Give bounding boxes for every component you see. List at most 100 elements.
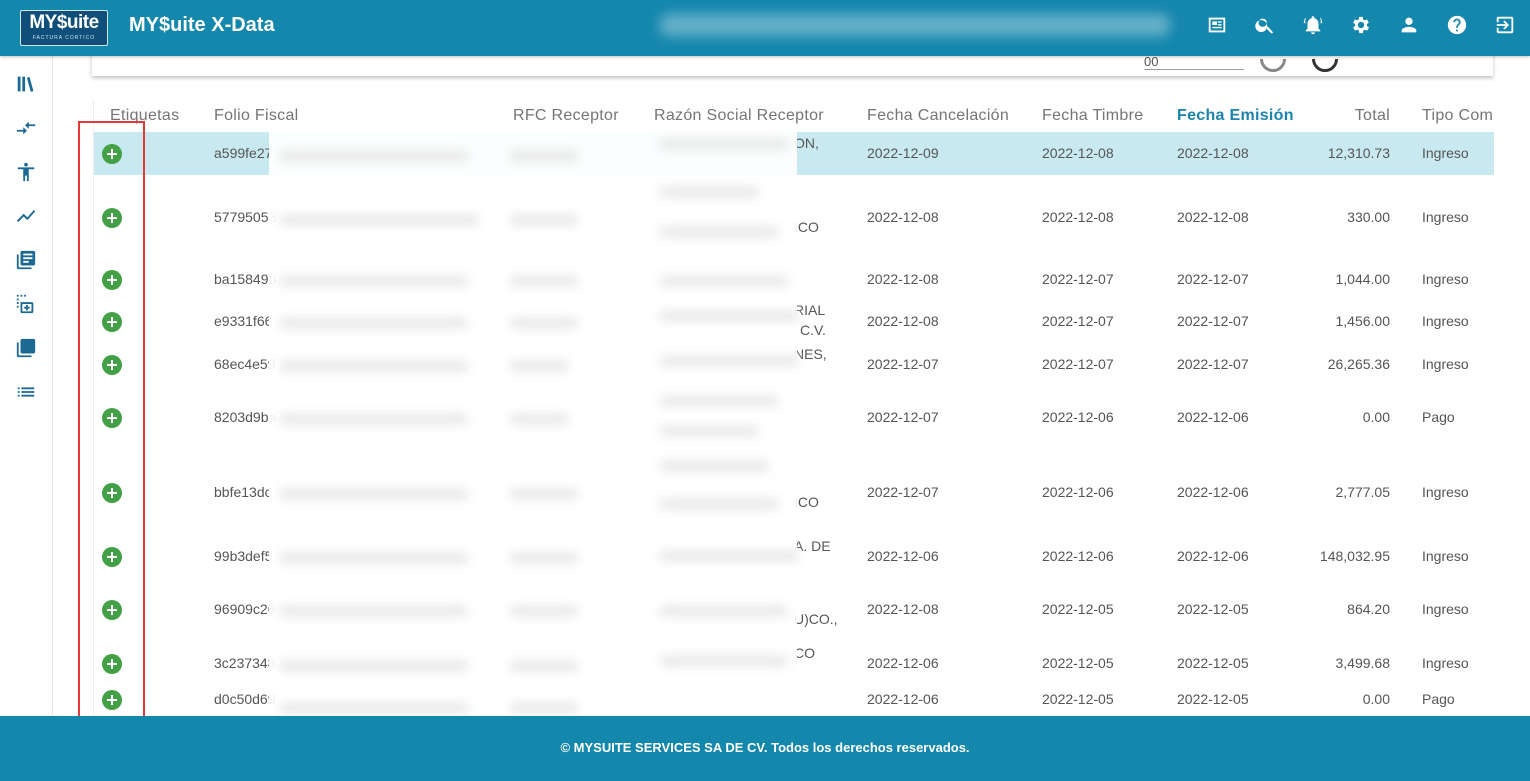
header-total[interactable]: Total <box>1314 107 1390 125</box>
list-book-icon[interactable] <box>14 248 38 272</box>
cell-tipo-comprobante: Ingreso <box>1422 271 1469 287</box>
search-icon[interactable] <box>1253 13 1277 37</box>
cell-razon-social-fragment: U)CO., <box>794 611 838 627</box>
cell-fecha-cancelacion: 2022-12-09 <box>867 145 939 161</box>
filter-value[interactable]: 00 <box>1144 54 1158 69</box>
cell-folio-fiscal: 3c237348 <box>214 655 276 671</box>
logo-text: MY$uite <box>29 12 99 33</box>
cell-folio-fiscal: d0c50d69 <box>214 691 276 707</box>
cell-fecha-timbre: 2022-12-05 <box>1042 601 1114 617</box>
cell-razon-social-fragment: ICO <box>794 494 819 510</box>
gear-icon[interactable] <box>1349 13 1373 37</box>
dashed-copy-icon[interactable] <box>14 292 38 316</box>
list-icon[interactable] <box>14 380 38 404</box>
cell-tipo-comprobante: Ingreso <box>1422 601 1469 617</box>
chart-icon[interactable] <box>14 204 38 228</box>
cell-fecha-emision: 2022-12-08 <box>1177 145 1249 161</box>
help-icon[interactable] <box>1445 13 1469 37</box>
document-icon[interactable] <box>1205 13 1229 37</box>
header-folio-fiscal[interactable]: Folio Fiscal <box>214 107 299 125</box>
cell-total: 2,777.05 <box>1335 484 1391 500</box>
cell-folio-fiscal: a599fe27 <box>214 145 273 161</box>
cell-folio-fiscal: 68ec4e59 <box>214 356 276 372</box>
layers-icon[interactable] <box>14 336 38 360</box>
cell-fecha-emision: 2022-12-06 <box>1177 548 1249 564</box>
cell-fecha-timbre: 2022-12-08 <box>1042 209 1114 225</box>
header-rfc-receptor[interactable]: RFC Receptor <box>513 107 619 125</box>
cell-fecha-cancelacion: 2022-12-07 <box>867 484 939 500</box>
cell-fecha-cancelacion: 2022-12-08 <box>867 313 939 329</box>
cell-razon-social-fragment: ICO <box>794 219 819 235</box>
cell-total: 26,265.36 <box>1327 356 1390 372</box>
cell-tipo-comprobante: Ingreso <box>1422 655 1469 671</box>
cell-fecha-timbre: 2022-12-06 <box>1042 409 1114 425</box>
cell-razon-social-fragment: C.V. <box>800 322 826 338</box>
footer-copyright: © MYSUITE SERVICES SA DE CV. Todos los d… <box>560 740 970 755</box>
cell-fecha-emision: 2022-12-05 <box>1177 655 1249 671</box>
compare-arrows-icon[interactable] <box>14 116 38 140</box>
cell-fecha-cancelacion: 2022-12-08 <box>867 209 939 225</box>
cell-fecha-cancelacion: 2022-12-06 <box>867 548 939 564</box>
cell-total: 1,044.00 <box>1335 271 1391 287</box>
cell-folio-fiscal: 57795053 <box>214 209 277 225</box>
cell-fecha-timbre: 2022-12-07 <box>1042 356 1114 372</box>
cell-fecha-timbre: 2022-12-07 <box>1042 313 1114 329</box>
mysuite-logo[interactable]: MY$uite FACTURA CORTICO <box>20 10 108 46</box>
cell-fecha-cancelacion: 2022-12-07 <box>867 356 939 372</box>
cell-fecha-cancelacion: 2022-12-06 <box>867 691 939 707</box>
left-sidebar <box>0 56 53 716</box>
accessibility-icon[interactable] <box>14 160 38 184</box>
cell-folio-fiscal: ba15849b <box>214 271 277 287</box>
cell-fecha-cancelacion: 2022-12-07 <box>867 409 939 425</box>
cell-razon-social-fragment: ON, <box>794 135 819 151</box>
cell-fecha-cancelacion: 2022-12-06 <box>867 655 939 671</box>
cell-tipo-comprobante: Ingreso <box>1422 356 1469 372</box>
cell-tipo-comprobante: Ingreso <box>1422 548 1469 564</box>
annotation-highlight-box <box>78 121 145 722</box>
cell-tipo-comprobante: Pago <box>1422 409 1455 425</box>
header-fecha-emision[interactable]: Fecha Emisión <box>1177 107 1294 125</box>
cell-fecha-emision: 2022-12-06 <box>1177 484 1249 500</box>
library-icon[interactable] <box>14 72 38 96</box>
cell-fecha-emision: 2022-12-05 <box>1177 691 1249 707</box>
cell-fecha-timbre: 2022-12-07 <box>1042 271 1114 287</box>
cell-tipo-comprobante: Ingreso <box>1422 484 1469 500</box>
user-icon[interactable] <box>1397 13 1421 37</box>
cell-fecha-timbre: 2022-12-05 <box>1042 691 1114 707</box>
header-fecha-timbre[interactable]: Fecha Timbre <box>1042 107 1143 125</box>
cell-fecha-emision: 2022-12-06 <box>1177 409 1249 425</box>
header-tipo-comprobante[interactable]: Tipo Com <box>1422 107 1493 125</box>
cell-folio-fiscal: e9331f66 <box>214 313 273 329</box>
cell-fecha-emision: 2022-12-07 <box>1177 271 1249 287</box>
header-razon-social[interactable]: Razón Social Receptor <box>654 107 824 125</box>
redacted-content-overlay <box>269 130 799 715</box>
cell-tipo-comprobante: Ingreso <box>1422 313 1469 329</box>
cell-total: 3,499.68 <box>1335 655 1391 671</box>
cell-fecha-timbre: 2022-12-05 <box>1042 655 1114 671</box>
cell-razon-social-fragment: A. DE <box>794 538 831 554</box>
footer: © MYSUITE SERVICES SA DE CV. Todos los d… <box>0 716 1530 781</box>
cell-fecha-cancelacion: 2022-12-08 <box>867 601 939 617</box>
app-title: MY$uite X-Data <box>129 14 275 36</box>
cell-total: 12,310.73 <box>1327 145 1390 161</box>
cell-fecha-timbre: 2022-12-08 <box>1042 145 1114 161</box>
cell-fecha-timbre: 2022-12-06 <box>1042 484 1114 500</box>
top-app-bar: MY$uite FACTURA CORTICO MY$uite X-Data <box>0 0 1530 56</box>
cell-tipo-comprobante: Ingreso <box>1422 209 1469 225</box>
cell-razon-social-fragment: CO <box>794 645 815 661</box>
cell-tipo-comprobante: Pago <box>1422 691 1455 707</box>
cell-total: 0.00 <box>1362 691 1390 707</box>
cell-fecha-emision: 2022-12-07 <box>1177 313 1249 329</box>
alarm-icon[interactable] <box>1301 13 1325 37</box>
cell-folio-fiscal: 99b3def5 <box>214 548 273 564</box>
cell-total: 330.00 <box>1347 209 1390 225</box>
logout-icon[interactable] <box>1493 13 1517 37</box>
cell-fecha-emision: 2022-12-05 <box>1177 601 1249 617</box>
header-fecha-cancelacion[interactable]: Fecha Cancelación <box>867 107 1009 125</box>
cell-folio-fiscal: 8203d9ba <box>214 409 277 425</box>
cell-folio-fiscal: bbfe13dc <box>214 484 272 500</box>
cell-total: 864.20 <box>1347 601 1390 617</box>
cell-total: 148,032.95 <box>1319 548 1390 564</box>
cell-total: 1,456.00 <box>1335 313 1391 329</box>
cell-fecha-timbre: 2022-12-06 <box>1042 548 1114 564</box>
